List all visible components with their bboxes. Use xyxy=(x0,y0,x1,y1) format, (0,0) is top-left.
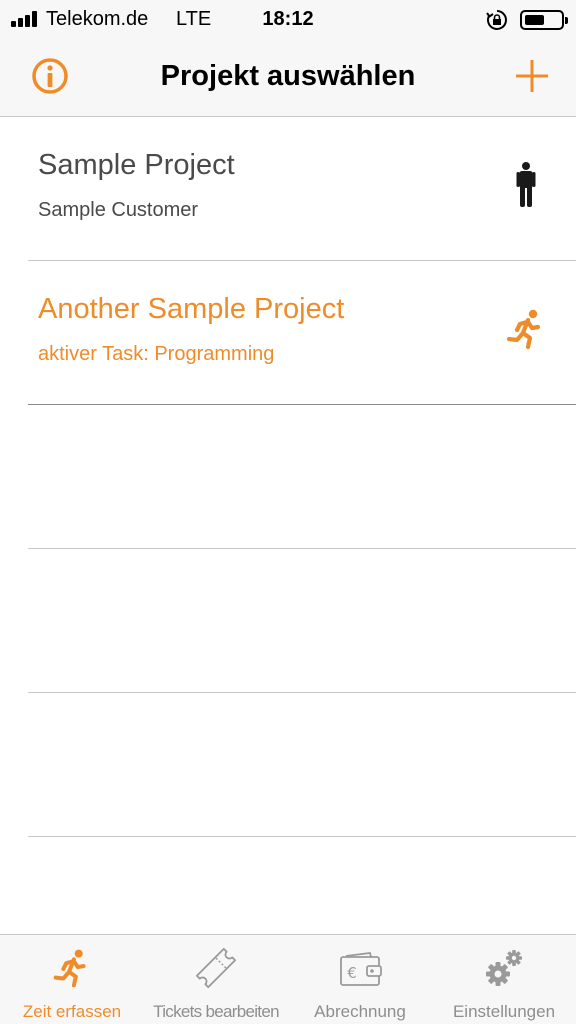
ticket-icon xyxy=(196,948,236,988)
empty-row xyxy=(28,405,576,549)
svg-text:€: € xyxy=(347,964,357,982)
tab-label: Tickets bearbeiten xyxy=(153,1002,279,1021)
project-row[interactable]: Another Sample Project aktiver Task: Pro… xyxy=(28,261,576,405)
empty-row xyxy=(28,549,576,693)
status-bar: Telekom.de LTE 18:12 xyxy=(0,0,576,40)
empty-row xyxy=(28,693,576,837)
info-icon[interactable] xyxy=(30,56,70,96)
wallet-euro-icon: € xyxy=(340,952,382,986)
running-person-icon xyxy=(53,949,86,988)
tab-tickets-bearbeiten[interactable]: Tickets bearbeiten xyxy=(144,935,288,1024)
plus-icon[interactable] xyxy=(512,56,552,96)
gears-icon xyxy=(486,950,522,986)
tab-abrechnung[interactable]: € Abrechnung xyxy=(288,935,432,1024)
project-title: Sample Project xyxy=(38,149,235,181)
tab-label: Abrechnung xyxy=(314,1002,406,1021)
tab-label: Zeit erfassen xyxy=(22,1002,122,1021)
navigation-bar: Projekt auswählen xyxy=(0,40,576,117)
project-customer: Sample Customer xyxy=(38,199,199,221)
tab-einstellungen[interactable]: Einstellungen xyxy=(432,935,576,1024)
running-person-icon xyxy=(506,309,541,350)
page-title: Projekt auswählen xyxy=(160,60,416,92)
tab-bar: Zeit erfassen Tickets bearbeiten € Abrec… xyxy=(0,934,576,1024)
project-row[interactable]: Sample Project Sample Customer xyxy=(28,117,576,261)
orientation-lock-icon xyxy=(486,10,507,30)
standing-person-icon xyxy=(516,162,536,207)
tab-zeit-erfassen[interactable]: Zeit erfassen xyxy=(0,935,144,1024)
tab-label: Einstellungen xyxy=(452,1002,556,1021)
battery-icon xyxy=(520,10,568,30)
project-title: Another Sample Project xyxy=(38,293,345,325)
project-active-task: aktiver Task: Programming xyxy=(38,343,275,365)
project-list: Sample Project Sample Customer Another S… xyxy=(0,117,576,837)
